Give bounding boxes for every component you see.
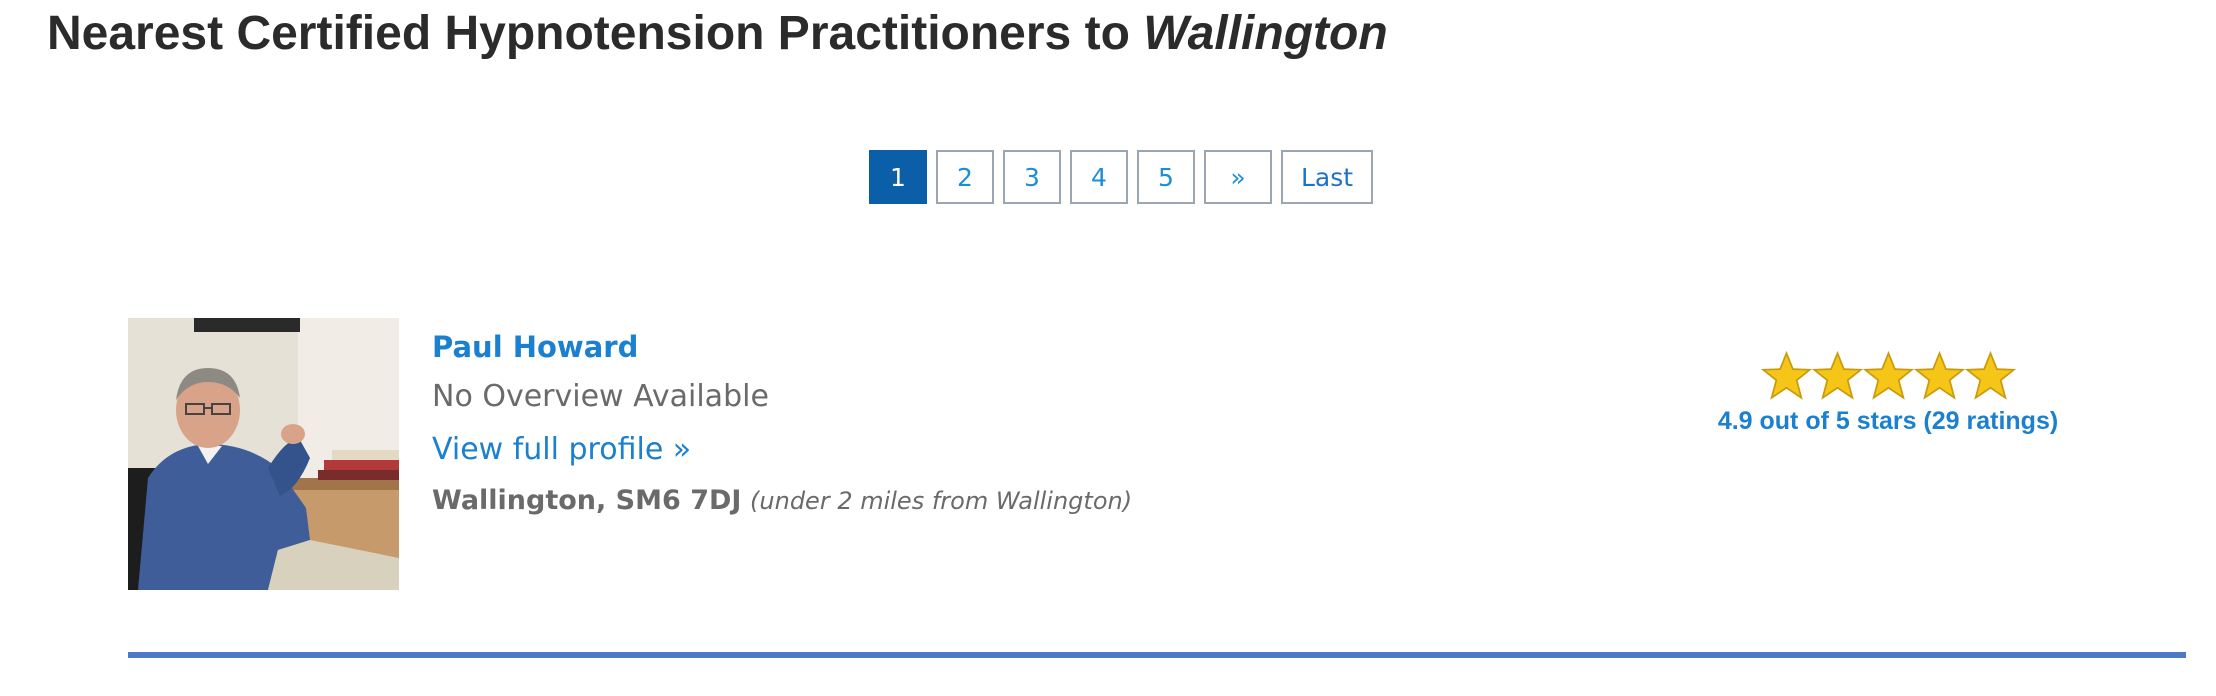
location-distance: (under 2 miles from Wallington) bbox=[750, 487, 1133, 515]
practitioner-info: Paul Howard No Overview Available View f… bbox=[432, 324, 1132, 522]
star-icon bbox=[1760, 350, 1812, 400]
page-button-2[interactable]: 2 bbox=[936, 150, 994, 204]
page-button-1[interactable]: 1 bbox=[869, 150, 927, 204]
page-title: Nearest Certified Hypnotension Practitio… bbox=[47, 2, 1388, 66]
next-page-button[interactable]: » bbox=[1204, 150, 1272, 204]
page-button-3[interactable]: 3 bbox=[1003, 150, 1061, 204]
star-icon bbox=[1913, 350, 1965, 400]
page-button-5[interactable]: 5 bbox=[1137, 150, 1195, 204]
overview-text: No Overview Available bbox=[432, 379, 769, 414]
page-button-4[interactable]: 4 bbox=[1070, 150, 1128, 204]
star-icon bbox=[1862, 350, 1914, 400]
star-icon bbox=[1964, 350, 2016, 400]
practitioner-result: Paul Howard No Overview Available View f… bbox=[128, 318, 2186, 590]
rating-block: 4.9 out of 5 stars (29 ratings) bbox=[1668, 348, 2108, 436]
practitioner-photo[interactable] bbox=[128, 318, 399, 590]
title-prefix: Nearest Certified Hypnotension Practitio… bbox=[47, 7, 1130, 60]
title-location: Wallington bbox=[1143, 7, 1388, 60]
star-rating bbox=[1668, 348, 2108, 406]
rating-text[interactable]: 4.9 out of 5 stars (29 ratings) bbox=[1668, 406, 2108, 436]
practitioner-location: Wallington, SM6 7DJ (under 2 miles from … bbox=[432, 480, 1132, 522]
practitioner-name-link[interactable]: Paul Howard bbox=[432, 324, 1132, 370]
star-icon bbox=[1811, 350, 1863, 400]
pagination: 1 2 3 4 5 » Last bbox=[869, 150, 1374, 204]
practitioner-photo-image bbox=[128, 318, 399, 590]
view-full-profile-link[interactable]: View full profile » bbox=[432, 424, 1132, 476]
location-town: Wallington, SM6 7DJ bbox=[432, 485, 742, 516]
result-divider bbox=[128, 652, 2186, 658]
last-page-button[interactable]: Last bbox=[1281, 150, 1374, 204]
